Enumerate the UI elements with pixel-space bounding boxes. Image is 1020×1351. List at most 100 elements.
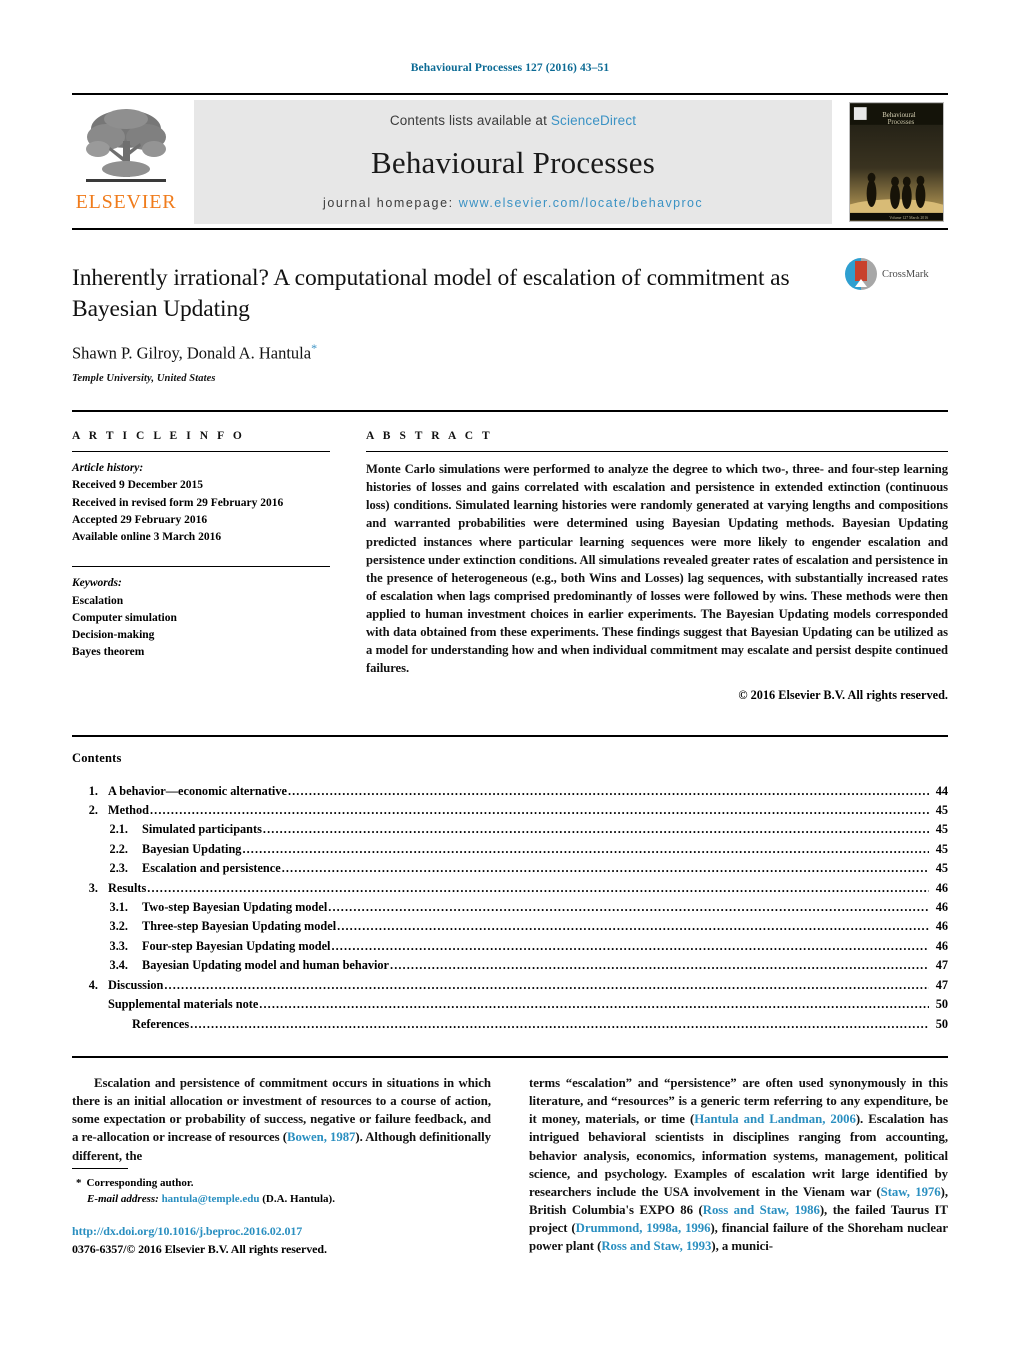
citation-link[interactable]: Ross and Staw, 1993	[601, 1239, 711, 1253]
keyword-item: Bayes theorem	[72, 646, 145, 659]
citation-link[interactable]: Hantula and Landman, 2006	[694, 1112, 856, 1126]
toc-entry-label: A behavior—economic alternative	[108, 783, 287, 798]
toc-entry[interactable]: 3.2. Three-step Bayesian Updating model..…	[72, 917, 948, 936]
toc-entry-label: Discussion	[108, 977, 164, 992]
journal-band: Contents lists available at ScienceDirec…	[194, 100, 832, 224]
divider-above-info	[72, 410, 948, 412]
toc-entry[interactable]: 2. Method................................…	[72, 801, 948, 820]
keyword-item: Computer simulation	[72, 611, 177, 624]
toc-leader-dots: ........................................…	[390, 958, 929, 973]
toc-entry-page: 50	[935, 997, 948, 1012]
toc-entry-label: Supplemental materials note	[108, 997, 259, 1012]
toc-leader-dots: ........................................…	[150, 802, 929, 817]
svg-text:Volume 127 March 2016: Volume 127 March 2016	[889, 216, 928, 220]
divider-above-contents	[72, 734, 948, 737]
contents-available-line: Contents lists available at ScienceDirec…	[390, 113, 636, 128]
toc-entry-page: 50	[935, 1016, 948, 1031]
citation-link[interactable]: Bowen, 1987	[287, 1130, 355, 1144]
history-accepted: Accepted 29 February 2016	[72, 513, 208, 526]
journal-masthead: ELSEVIER Contents lists available at Sci…	[72, 93, 948, 230]
toc-entry-page: 45	[935, 802, 948, 817]
toc-entry[interactable]: Supplemental materials note.............…	[72, 995, 948, 1014]
toc-entry-label: Bayesian Updating model and human behavi…	[142, 958, 390, 973]
abstract-column: A B S T R A C T Monte Carlo simulations …	[366, 430, 948, 703]
table-of-contents: 1. A behavior—economic alternative.......…	[72, 782, 948, 1034]
toc-leader-dots: ........................................…	[164, 977, 929, 992]
body-text: ), a munici-	[711, 1239, 773, 1254]
keyword-item: Decision-making	[72, 629, 155, 641]
toc-entry[interactable]: 2.1. Simulated participants..............…	[72, 820, 948, 839]
corresponding-author-note: * Corresponding author.	[72, 1175, 492, 1191]
elsevier-logo: ELSEVIER	[72, 100, 180, 224]
toc-entry[interactable]: 1. A behavior—economic alternative.......…	[72, 782, 948, 801]
running-head: Behavioural Processes 127 (2016) 43–51	[410, 62, 610, 74]
keywords-label: Keywords:	[72, 577, 122, 590]
abstract-text: Monte Carlo simulations were performed t…	[366, 462, 948, 676]
crossmark-icon	[845, 258, 877, 290]
toc-leader-dots: ........................................…	[281, 861, 929, 876]
history-received: Received 9 December 2015	[72, 479, 204, 492]
toc-entry-number: 4.	[88, 977, 98, 992]
toc-entry-page: 45	[935, 841, 948, 856]
toc-leader-dots: ........................................…	[337, 919, 929, 934]
toc-entry-number: 3.1.	[109, 900, 128, 915]
affiliation: Temple University, United States	[72, 373, 216, 384]
toc-entry[interactable]: 2.2. Bayesian Updating...................…	[72, 840, 948, 859]
email-link[interactable]: hantula@temple.edu	[162, 1193, 260, 1205]
doi-link[interactable]: http://dx.doi.org/10.1016/j.beproc.2016.…	[72, 1222, 532, 1240]
journal-title: Behavioural Processes	[371, 144, 655, 180]
crossmark-badge-group[interactable]: CrossMark	[844, 257, 948, 291]
journal-homepage-link[interactable]: www.elsevier.com/locate/behavproc	[459, 196, 703, 210]
corresponding-author-marker: *	[311, 340, 318, 355]
toc-entry-label: Bayesian Updating	[142, 841, 242, 856]
footnote-block: * Corresponding author. E-mail address: h…	[72, 1168, 492, 1208]
abstract-heading: A B S T R A C T	[366, 430, 493, 442]
toc-entry-page: 46	[935, 919, 948, 934]
citation-link[interactable]: Staw, 1976	[881, 1185, 941, 1199]
author-list: Shawn P. Gilroy, Donald A. Hantula*	[72, 341, 838, 364]
elsevier-wordmark: ELSEVIER	[75, 191, 177, 213]
contents-heading: Contents	[72, 750, 122, 765]
keyword-item: Escalation	[72, 594, 124, 607]
corresponding-author-text: Corresponding author.	[86, 1177, 194, 1189]
crossmark-label: CrossMark	[882, 268, 929, 280]
toc-entry-label: Escalation and persistence	[142, 861, 281, 876]
body-paragraph: terms “escalation” and “persistence” are…	[529, 1074, 948, 1256]
toc-leader-dots: ........................................…	[331, 938, 929, 953]
keywords-block: Keywords: Escalation Computer simulation…	[72, 575, 330, 661]
citation-link[interactable]: Ross and Staw, 1986	[703, 1203, 820, 1217]
footnote-star: *	[76, 1177, 82, 1189]
citation-link[interactable]: Drummond, 1998a, 1996	[576, 1221, 711, 1235]
divider-keywords	[72, 566, 330, 568]
toc-leader-dots: ........................................…	[147, 880, 929, 895]
email-label: E-mail address:	[87, 1193, 159, 1206]
toc-entry[interactable]: References..............................…	[72, 1015, 948, 1034]
elsevier-tree-icon	[86, 109, 166, 182]
toc-entry-page: 44	[935, 783, 948, 798]
sciencedirect-link[interactable]: ScienceDirect	[551, 113, 636, 128]
toc-entry[interactable]: 4. Discussion............................…	[72, 976, 948, 995]
toc-entry-number: 2.1.	[109, 822, 128, 837]
toc-entry[interactable]: 3.3. Four-step Bayesian Updating model...…	[72, 937, 948, 956]
body-paragraph: Escalation and persistence of commitment…	[72, 1074, 491, 1165]
toc-entry[interactable]: 3. Results...............................…	[72, 879, 948, 898]
toc-entry-page: 47	[935, 958, 948, 973]
toc-entry-page: 45	[935, 822, 948, 837]
toc-leader-dots: ........................................…	[242, 841, 929, 856]
toc-leader-dots: ........................................…	[287, 783, 929, 798]
toc-leader-dots: ........................................…	[262, 822, 929, 837]
footnote-rule	[72, 1168, 128, 1169]
toc-entry[interactable]: 3.1. Two-step Bayesian Updating model....…	[72, 898, 948, 917]
toc-entry-page: 46	[935, 880, 948, 895]
toc-entry-page: 47	[935, 977, 948, 992]
journal-cover: Behavioural Processes Volume 127 March 2…	[844, 100, 948, 224]
footer-block: http://dx.doi.org/10.1016/j.beproc.2016.…	[72, 1222, 532, 1258]
toc-entry[interactable]: 3.4. Bayesian Updating model and human be…	[72, 956, 948, 975]
toc-entry-label: References	[132, 1016, 190, 1031]
divider-abstract	[366, 451, 948, 452]
abstract-copyright: © 2016 Elsevier B.V. All rights reserved…	[738, 687, 948, 702]
toc-entry-number: 1.	[88, 783, 98, 798]
toc-entry[interactable]: 2.3. Escalation and persistence..........…	[72, 859, 948, 878]
toc-leader-dots: ........................................…	[190, 1016, 929, 1031]
toc-entry-label: Four-step Bayesian Updating model	[142, 938, 331, 953]
